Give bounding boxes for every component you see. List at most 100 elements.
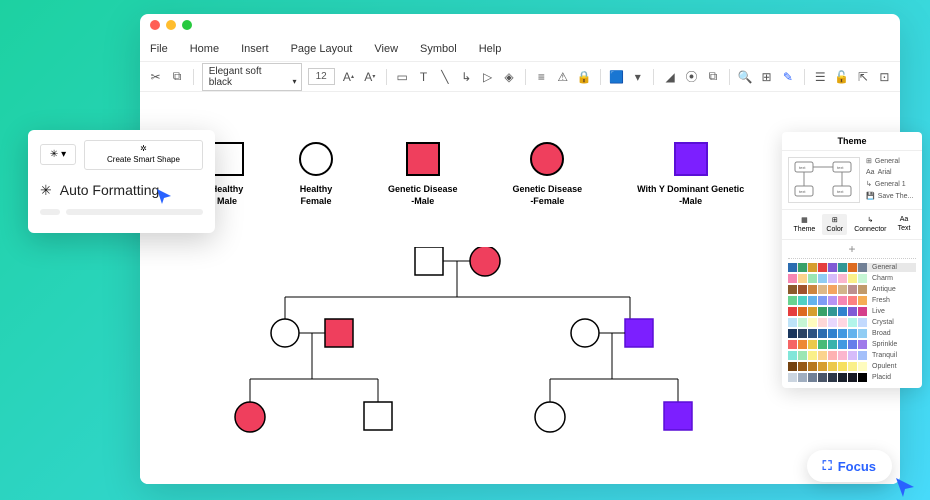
preset-save[interactable]: 💾Save The... bbox=[866, 192, 916, 200]
color-swatch[interactable] bbox=[838, 318, 847, 327]
color-swatch[interactable] bbox=[848, 274, 857, 283]
swatch-row[interactable]: Opulent bbox=[788, 362, 916, 371]
tab-text[interactable]: AaText bbox=[894, 214, 915, 235]
node-male[interactable] bbox=[364, 402, 392, 430]
color-swatch[interactable] bbox=[848, 307, 857, 316]
menu-symbol[interactable]: Symbol bbox=[420, 43, 457, 55]
color-swatch[interactable] bbox=[808, 373, 817, 382]
node-male-ydom[interactable] bbox=[664, 402, 692, 430]
font-size-select[interactable]: 12 bbox=[308, 68, 335, 85]
color-swatch[interactable] bbox=[828, 318, 837, 327]
font-select[interactable]: Elegant soft black bbox=[202, 63, 302, 91]
color-swatch[interactable] bbox=[798, 351, 807, 360]
color-swatch[interactable] bbox=[828, 285, 837, 294]
add-theme-button[interactable]: + bbox=[788, 240, 916, 259]
color-swatch[interactable] bbox=[828, 329, 837, 338]
color-swatch[interactable] bbox=[808, 318, 817, 327]
lock2-icon[interactable]: 🔓 bbox=[834, 69, 849, 85]
color-swatch[interactable] bbox=[798, 263, 807, 272]
node-female-affected[interactable] bbox=[235, 402, 265, 432]
color-swatch[interactable] bbox=[828, 362, 837, 371]
color-swatch[interactable] bbox=[858, 274, 867, 283]
color-swatch[interactable] bbox=[848, 329, 857, 338]
picker-icon[interactable]: ⦿ bbox=[684, 69, 699, 85]
window-close-button[interactable] bbox=[150, 20, 160, 30]
color-swatch[interactable] bbox=[818, 340, 827, 349]
color-swatch[interactable] bbox=[798, 307, 807, 316]
color-swatch[interactable] bbox=[838, 373, 847, 382]
color-swatch[interactable] bbox=[848, 263, 857, 272]
menu-view[interactable]: View bbox=[374, 43, 398, 55]
color-swatch[interactable] bbox=[828, 340, 837, 349]
color-swatch[interactable] bbox=[848, 362, 857, 371]
color-swatch[interactable] bbox=[838, 351, 847, 360]
color-swatch[interactable] bbox=[848, 318, 857, 327]
color-swatch[interactable] bbox=[858, 373, 867, 382]
color-swatch[interactable] bbox=[818, 274, 827, 283]
color-swatch[interactable] bbox=[788, 318, 797, 327]
color-swatch[interactable] bbox=[788, 351, 797, 360]
tab-theme[interactable]: ▦Theme bbox=[790, 214, 820, 235]
color-swatch[interactable] bbox=[808, 285, 817, 294]
color-swatch[interactable] bbox=[838, 307, 847, 316]
theme-preview[interactable]: texttexttexttext bbox=[788, 157, 860, 203]
color-swatch[interactable] bbox=[808, 351, 817, 360]
color-swatch[interactable] bbox=[838, 362, 847, 371]
pointer-icon[interactable]: ▷ bbox=[480, 69, 495, 85]
color-swatch[interactable] bbox=[858, 307, 867, 316]
color-swatch[interactable] bbox=[838, 285, 847, 294]
color-swatch[interactable] bbox=[818, 285, 827, 294]
color-swatch[interactable] bbox=[788, 373, 797, 382]
color-swatch[interactable] bbox=[858, 340, 867, 349]
color-swatch[interactable] bbox=[798, 318, 807, 327]
color-swatch[interactable] bbox=[838, 296, 847, 305]
color-swatch[interactable] bbox=[788, 263, 797, 272]
window-minimize-button[interactable] bbox=[166, 20, 176, 30]
color-swatch[interactable] bbox=[798, 274, 807, 283]
color-swatch[interactable] bbox=[798, 329, 807, 338]
color-swatch[interactable] bbox=[798, 296, 807, 305]
color-swatch[interactable] bbox=[798, 285, 807, 294]
color-swatch[interactable] bbox=[838, 340, 847, 349]
swatch-row[interactable]: Fresh bbox=[788, 296, 916, 305]
node-female-affected[interactable] bbox=[470, 247, 500, 276]
slider-handle[interactable] bbox=[40, 209, 60, 215]
lock-icon[interactable]: 🔒 bbox=[576, 69, 591, 85]
color-swatch[interactable] bbox=[798, 362, 807, 371]
swatch-row[interactable]: Live bbox=[788, 307, 916, 316]
create-smart-shape-button[interactable]: ✲ Create Smart Shape bbox=[84, 140, 203, 170]
color-swatch[interactable] bbox=[838, 329, 847, 338]
color-swatch[interactable] bbox=[818, 263, 827, 272]
color-swatch[interactable] bbox=[818, 307, 827, 316]
color-swatch[interactable] bbox=[858, 351, 867, 360]
swatch-row[interactable]: Crystal bbox=[788, 318, 916, 327]
preset-general1[interactable]: ↳General 1 bbox=[866, 180, 916, 188]
paint-icon[interactable]: ▾ bbox=[630, 69, 645, 85]
color-swatch[interactable] bbox=[848, 296, 857, 305]
color-swatch[interactable] bbox=[798, 373, 807, 382]
color-swatch[interactable] bbox=[828, 274, 837, 283]
color-swatch[interactable] bbox=[818, 296, 827, 305]
color-swatch[interactable] bbox=[788, 296, 797, 305]
color-swatch[interactable] bbox=[838, 274, 847, 283]
color-swatch[interactable] bbox=[848, 340, 857, 349]
align-left-icon[interactable]: ≡ bbox=[534, 69, 549, 85]
color-swatch[interactable] bbox=[828, 351, 837, 360]
menu-insert[interactable]: Insert bbox=[241, 43, 269, 55]
auto-formatting-button[interactable]: ✳ Auto Formatting bbox=[40, 182, 203, 199]
shape-style-dropdown[interactable]: ✳ ▾ bbox=[40, 144, 76, 165]
color-swatch[interactable] bbox=[788, 362, 797, 371]
text-icon[interactable]: T bbox=[416, 69, 431, 85]
color-swatch[interactable] bbox=[818, 373, 827, 382]
color-swatch[interactable] bbox=[828, 296, 837, 305]
node-female[interactable] bbox=[271, 319, 299, 347]
color-swatch[interactable] bbox=[828, 373, 837, 382]
layers-icon[interactable]: ◈ bbox=[501, 69, 516, 85]
fill-icon[interactable]: 🟦 bbox=[609, 69, 624, 85]
menu-home[interactable]: Home bbox=[190, 43, 219, 55]
swatch-row[interactable]: Broad bbox=[788, 329, 916, 338]
preset-arial[interactable]: AaArial bbox=[866, 169, 916, 176]
color-swatch[interactable] bbox=[858, 263, 867, 272]
crop-icon[interactable]: ⧉ bbox=[705, 69, 720, 85]
node-male-ydom[interactable] bbox=[625, 319, 653, 347]
